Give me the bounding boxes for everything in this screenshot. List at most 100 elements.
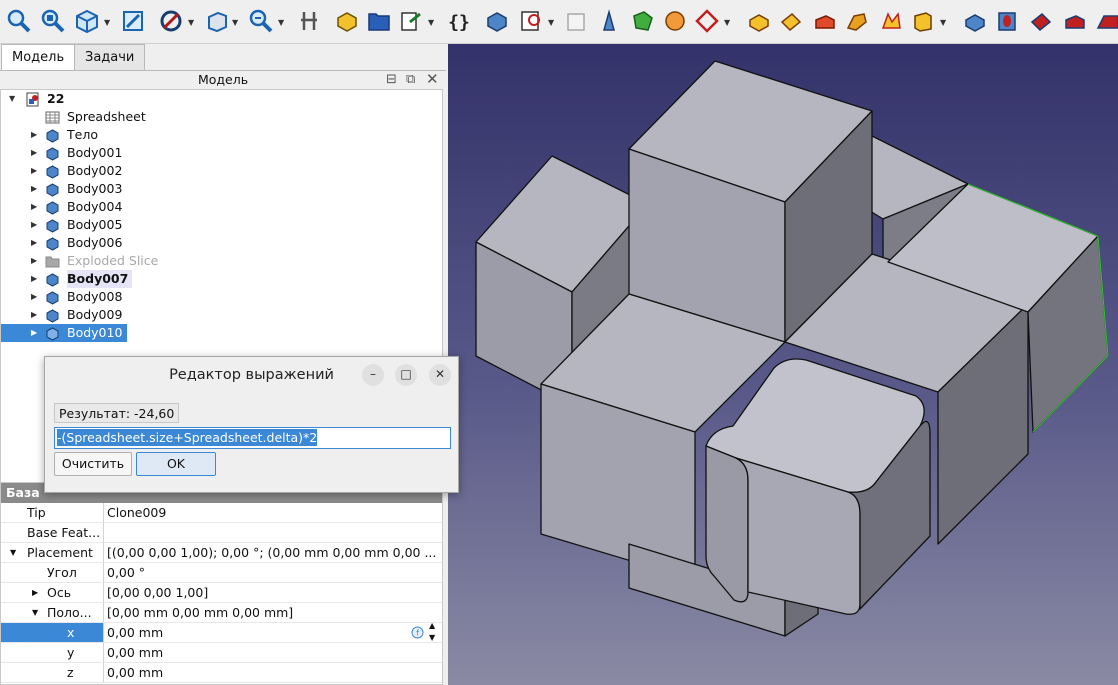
expression-text: -(Spreadsheet.size+Spreadsheet.delta)*2 — [57, 429, 318, 446]
collapse-arrow-icon[interactable]: ▼ — [32, 603, 38, 623]
tab-tasks[interactable]: Задачи — [74, 44, 146, 70]
fit-all-icon[interactable] — [6, 8, 32, 34]
expand-arrow-icon[interactable]: ▶ — [31, 216, 37, 234]
property-row-position[interactable]: Поло... ▼ [0,00 mm 0,00 mm 0,00 mm] — [1, 603, 442, 623]
fit-selection-icon[interactable] — [40, 8, 66, 34]
macro-icon[interactable]: {} — [446, 8, 472, 34]
expand-arrow-icon[interactable]: ▶ — [31, 252, 37, 270]
property-name: Placement — [1, 543, 104, 563]
expand-arrow-icon[interactable]: ▶ — [31, 162, 37, 180]
datum-plane-icon[interactable] — [694, 8, 720, 34]
property-name: y — [1, 643, 104, 663]
tree-item-spreadsheet[interactable]: Spreadsheet — [1, 108, 442, 126]
tree-item-body003[interactable]: ▶ Body003 — [1, 180, 442, 198]
property-value[interactable]: [0,00 mm 0,00 mm 0,00 mm] — [104, 603, 442, 623]
expand-arrow-icon[interactable]: ▶ — [31, 144, 37, 162]
tree-item-exploded-slice[interactable]: ▶ Exploded Slice — [1, 252, 442, 270]
pocket-icon[interactable] — [962, 8, 988, 34]
property-row-placement[interactable]: ▼ Placement [(0,00 0,00 1,00); 0,00 °; (… — [1, 543, 442, 563]
shape-binder-icon[interactable] — [630, 8, 656, 34]
pipe-icon[interactable] — [844, 8, 870, 34]
property-value[interactable]: 0,00 mm — [104, 643, 442, 663]
body-icon[interactable] — [484, 8, 510, 34]
spin-up-icon[interactable]: ▲ — [429, 620, 435, 632]
subtractive-loft-icon[interactable] — [1062, 8, 1088, 34]
pad-icon[interactable] — [746, 8, 772, 34]
property-row-angle[interactable]: Угол 0,00 ° — [1, 563, 442, 583]
collapse-arrow-icon[interactable]: ▼ — [9, 90, 15, 108]
expand-arrow-icon[interactable]: ▶ — [31, 270, 37, 288]
helix-icon[interactable] — [878, 8, 904, 34]
isometric-view-icon[interactable] — [74, 8, 100, 34]
validate-sketch-icon[interactable] — [564, 8, 590, 34]
draw-style-icon[interactable] — [158, 8, 184, 34]
expand-arrow-icon[interactable]: ▶ — [31, 324, 37, 342]
tree-item-label: Body009 — [67, 307, 123, 322]
tree-item-body005[interactable]: ▶ Body005 — [1, 216, 442, 234]
additive-primitive-icon[interactable] — [910, 8, 936, 34]
property-value[interactable]: Clone009 — [104, 503, 442, 523]
maximize-icon[interactable]: □ — [395, 364, 417, 386]
expand-arrow-icon[interactable]: ▶ — [31, 126, 37, 144]
tree-item-body[interactable]: ▶ Тело — [1, 126, 442, 144]
tree-item-label: Body001 — [67, 145, 123, 160]
property-row-z[interactable]: z 0,00 mm — [1, 663, 442, 683]
tree-item-body010[interactable]: ▶ Body010 — [1, 324, 127, 342]
property-row-y[interactable]: y 0,00 mm — [1, 643, 442, 663]
property-row-x[interactable]: x 0,00 mm f ▲ ▼ — [1, 620, 442, 643]
close-panel-icon[interactable]: ✕ — [426, 71, 439, 88]
expand-arrow-icon[interactable]: ▶ — [32, 583, 38, 603]
property-value[interactable]: 0,00 mm — [104, 623, 442, 643]
measure-icon[interactable] — [120, 8, 146, 34]
property-editor[interactable]: База Tip Clone009 Base Feat... ▼ Placeme… — [0, 482, 443, 685]
subtractive-pipe-icon[interactable] — [1094, 8, 1118, 34]
expand-arrow-icon[interactable]: ▶ — [31, 180, 37, 198]
tree-item-body002[interactable]: ▶ Body002 — [1, 162, 442, 180]
groove-icon[interactable] — [1028, 8, 1054, 34]
close-icon[interactable]: ✕ — [429, 364, 451, 386]
property-row-tip[interactable]: Tip Clone009 — [1, 503, 442, 523]
minimize-icon[interactable]: – — [362, 364, 384, 386]
expand-arrow-icon[interactable]: ▶ — [31, 198, 37, 216]
hole-icon[interactable] — [994, 8, 1020, 34]
property-value[interactable]: 0,00 mm — [104, 663, 442, 683]
tree-root[interactable]: ▼ 22 — [1, 90, 442, 108]
3d-viewport[interactable] — [448, 44, 1118, 685]
property-value[interactable] — [104, 523, 442, 543]
group-icon[interactable] — [366, 8, 392, 34]
datum-point-icon[interactable] — [596, 8, 622, 34]
revolution-icon[interactable] — [778, 8, 804, 34]
link-icon[interactable] — [398, 8, 424, 34]
zoom-icon[interactable] — [248, 8, 274, 34]
tree-item-body001[interactable]: ▶ Body001 — [1, 144, 442, 162]
view-box-icon[interactable] — [204, 8, 230, 34]
float-panel-icon[interactable]: ⊟ — [386, 71, 397, 88]
tree-item-label: Тело — [67, 127, 98, 142]
sketch-icon[interactable] — [518, 8, 544, 34]
property-value[interactable]: [0,00 0,00 1,00] — [104, 583, 442, 603]
expression-input[interactable]: -(Spreadsheet.size+Spreadsheet.delta)*2 — [54, 427, 451, 449]
tree-item-body004[interactable]: ▶ Body004 — [1, 198, 442, 216]
loft-icon[interactable] — [812, 8, 838, 34]
tree-item-body009[interactable]: ▶ Body009 — [1, 306, 442, 324]
expression-icon[interactable]: f — [411, 626, 424, 639]
part-icon[interactable] — [334, 8, 360, 34]
property-row-base-feature[interactable]: Base Feat... — [1, 523, 442, 543]
ok-button[interactable]: OK — [136, 452, 216, 476]
undock-panel-icon[interactable]: ⧉ — [406, 71, 415, 88]
measure-tool-icon[interactable] — [296, 8, 322, 34]
tree-item-body007[interactable]: ▶ Body007 — [1, 270, 442, 288]
tab-model[interactable]: Модель — [1, 44, 76, 71]
expand-arrow-icon[interactable]: ▶ — [31, 288, 37, 306]
clone-icon[interactable] — [662, 8, 688, 34]
property-value[interactable]: [(0,00 0,00 1,00); 0,00 °; (0,00 mm 0,00… — [104, 543, 442, 563]
expand-arrow-icon[interactable]: ▶ — [31, 234, 37, 252]
property-value[interactable]: 0,00 ° — [104, 563, 442, 583]
expand-arrow-icon[interactable]: ▶ — [31, 306, 37, 324]
property-row-axis[interactable]: Ось ▶ [0,00 0,00 1,00] — [1, 583, 442, 603]
model-render[interactable] — [448, 44, 1118, 685]
clear-button[interactable]: Очистить — [54, 452, 132, 476]
body-icon — [46, 129, 59, 143]
tree-item-body008[interactable]: ▶ Body008 — [1, 288, 442, 306]
tree-item-body006[interactable]: ▶ Body006 — [1, 234, 442, 252]
